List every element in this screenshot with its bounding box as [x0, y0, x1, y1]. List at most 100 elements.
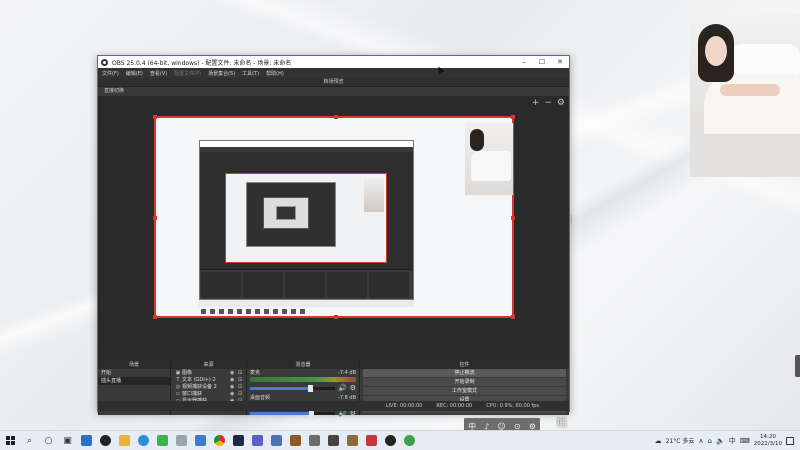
wechat-app-icon[interactable] [153, 431, 172, 450]
windows-icon [5, 436, 15, 445]
preview-canvas[interactable] [153, 115, 515, 319]
text-icon: T [176, 376, 180, 383]
lock-icon[interactable]: ⊡ [238, 370, 246, 376]
menu-edit[interactable]: 编辑(E) [126, 70, 143, 77]
game-app-icon[interactable] [286, 431, 305, 450]
source-item[interactable]: ▣ 图像 ◉ ⊡ [171, 369, 246, 377]
volume-slider[interactable] [250, 384, 335, 392]
store-app-icon[interactable] [191, 431, 210, 450]
archive-app-icon[interactable] [343, 431, 362, 450]
image-icon: ▣ [175, 369, 181, 376]
chrome-app-icon[interactable] [210, 431, 229, 450]
speaker-icon[interactable]: 🔊 [338, 384, 347, 392]
chevron-up-icon[interactable]: ∧ [698, 437, 703, 445]
scene-item[interactable]: 插头直播 [98, 377, 170, 385]
close-button[interactable]: ✕ [551, 58, 569, 66]
sources-header: 来源 [171, 361, 246, 369]
ime-icon[interactable]: 中 [729, 436, 736, 446]
lock-icon[interactable]: ⊡ [238, 391, 246, 397]
preview-header: 转场预览 [98, 78, 569, 87]
keyboard-icon[interactable]: ⌨ [740, 437, 750, 445]
obs-app-icon [101, 58, 108, 66]
puzzle-app-icon[interactable] [324, 431, 343, 450]
maximize-button[interactable]: ☐ [533, 58, 551, 66]
mail-app-icon[interactable] [77, 431, 96, 450]
overlay-text-line: 帕 [556, 416, 569, 430]
controls-header: 控件 [360, 361, 569, 369]
portrait-photo [690, 14, 800, 177]
source-name: 窗口捕获 [182, 391, 203, 397]
menu-scene-collection[interactable]: 场景集合(S) [208, 70, 235, 77]
preview-area: + − ⚙ [98, 96, 569, 359]
stop-streaming-button[interactable]: 停止推流 [363, 369, 566, 377]
edge-panel-tab[interactable] [795, 355, 800, 377]
volume-slider[interactable] [250, 409, 335, 417]
add-icon[interactable]: + [532, 98, 540, 108]
player-app-icon[interactable] [400, 431, 419, 450]
network-icon[interactable]: ⌂ [708, 437, 712, 445]
track-level: -7.4 dB [338, 370, 356, 376]
remove-icon[interactable]: − [544, 98, 552, 108]
volume-icon[interactable]: 🔈 [716, 437, 725, 445]
eye-icon[interactable]: ◉ [230, 391, 238, 397]
start-recording-button[interactable]: 开始录制 [363, 378, 566, 386]
obs-titlebar: OBS 25.0.4 (64-bit, windows) - 配置文件: 未命名… [98, 56, 569, 68]
tool-app-icon[interactable] [305, 431, 324, 450]
clock-time: 14:20 [759, 433, 776, 440]
settings-icon[interactable]: ⚙ [557, 98, 565, 108]
transition-selector[interactable]: 直接切换 [98, 87, 569, 96]
nested-obs-capture [199, 140, 414, 300]
source-item[interactable]: ◎ 视频捕获设备 2 ◉ ⊡ [171, 383, 246, 391]
source-item[interactable]: T 文本 (GDI+) 2 ◉ ⊡ [171, 376, 246, 384]
camera-icon: ◎ [175, 383, 181, 390]
preview-controls: + − ⚙ [532, 98, 565, 108]
scenes-header: 场景 [98, 361, 170, 369]
notes-app-icon[interactable] [172, 431, 191, 450]
edge-browser-icon[interactable] [134, 431, 153, 450]
live-timer: LIVE: 00:00:00 [385, 403, 423, 409]
weather-text[interactable]: 21°C 多云 [666, 436, 695, 445]
gear-icon[interactable]: ⚙ [350, 384, 356, 392]
window-icon: ▭ [175, 390, 181, 397]
file-explorer-icon[interactable] [115, 431, 134, 450]
source-name: 文本 (GDI+) 2 [182, 377, 216, 383]
obs-taskbar-icon[interactable] [381, 431, 400, 450]
system-tray: ☁ 21°C 多云 ∧ ⌂ 🔈 中 ⌨ 14:20 2022/3/10 [655, 431, 800, 450]
source-item[interactable]: ▭ 窗口捕获 ◉ ⊡ [171, 390, 246, 398]
mixer-header: 混音器 [247, 361, 359, 369]
nested-taskbar [199, 300, 414, 314]
menu-profile[interactable]: 配置文件(P) [174, 70, 201, 77]
menu-bar: 文件(F) 编辑(E) 查看(V) 配置文件(P) 场景集合(S) 工具(T) … [98, 68, 569, 78]
teams-app-icon[interactable] [248, 431, 267, 450]
rec-timer: REC: 00:00:00 [436, 403, 473, 409]
studio-mode-button[interactable]: 工作室模式 [363, 387, 566, 395]
eye-icon[interactable]: ◉ [230, 370, 238, 376]
eye-icon[interactable]: ◉ [230, 377, 238, 383]
menu-file[interactable]: 文件(F) [102, 70, 119, 77]
photo-app-icon[interactable] [267, 431, 286, 450]
menu-help[interactable]: 帮助(H) [266, 70, 284, 77]
mixer-track: 麦克 -7.4 dB 🔊 ⚙ [247, 369, 359, 394]
cpu-status: CPU: 0.9%, 60.00 fps [486, 403, 539, 409]
minimize-button[interactable]: – [515, 58, 533, 66]
search-icon[interactable]: ⌕ [20, 431, 39, 450]
paint-app-icon[interactable] [362, 431, 381, 450]
clock-date: 2022/3/10 [753, 440, 782, 447]
volume-meter [250, 377, 356, 382]
weather-icon: ☁ [654, 436, 662, 445]
scene-item[interactable]: 开始 [98, 369, 170, 377]
notification-icon[interactable] [786, 436, 794, 445]
taskbar: ⌕ ○ ▣ ☁ 21°C 多云 ∧ ⌂ 🔈 中 ⌨ 14:20 2022/3/1… [0, 430, 800, 450]
clock[interactable]: 14:20 2022/3/10 [754, 434, 782, 448]
eye-icon[interactable]: ◉ [230, 384, 238, 390]
menu-view[interactable]: 查看(V) [150, 70, 167, 77]
task-view-icon[interactable]: ▣ [58, 431, 77, 450]
cortana-icon[interactable]: ○ [39, 431, 58, 450]
source-name: 图像 [182, 370, 193, 376]
video-app-icon[interactable] [229, 431, 248, 450]
start-button[interactable] [0, 431, 20, 450]
menu-tools[interactable]: 工具(T) [242, 70, 259, 77]
qq-app-icon[interactable] [96, 431, 115, 450]
lock-icon[interactable]: ⊡ [238, 377, 246, 383]
lock-icon[interactable]: ⊡ [238, 384, 246, 390]
